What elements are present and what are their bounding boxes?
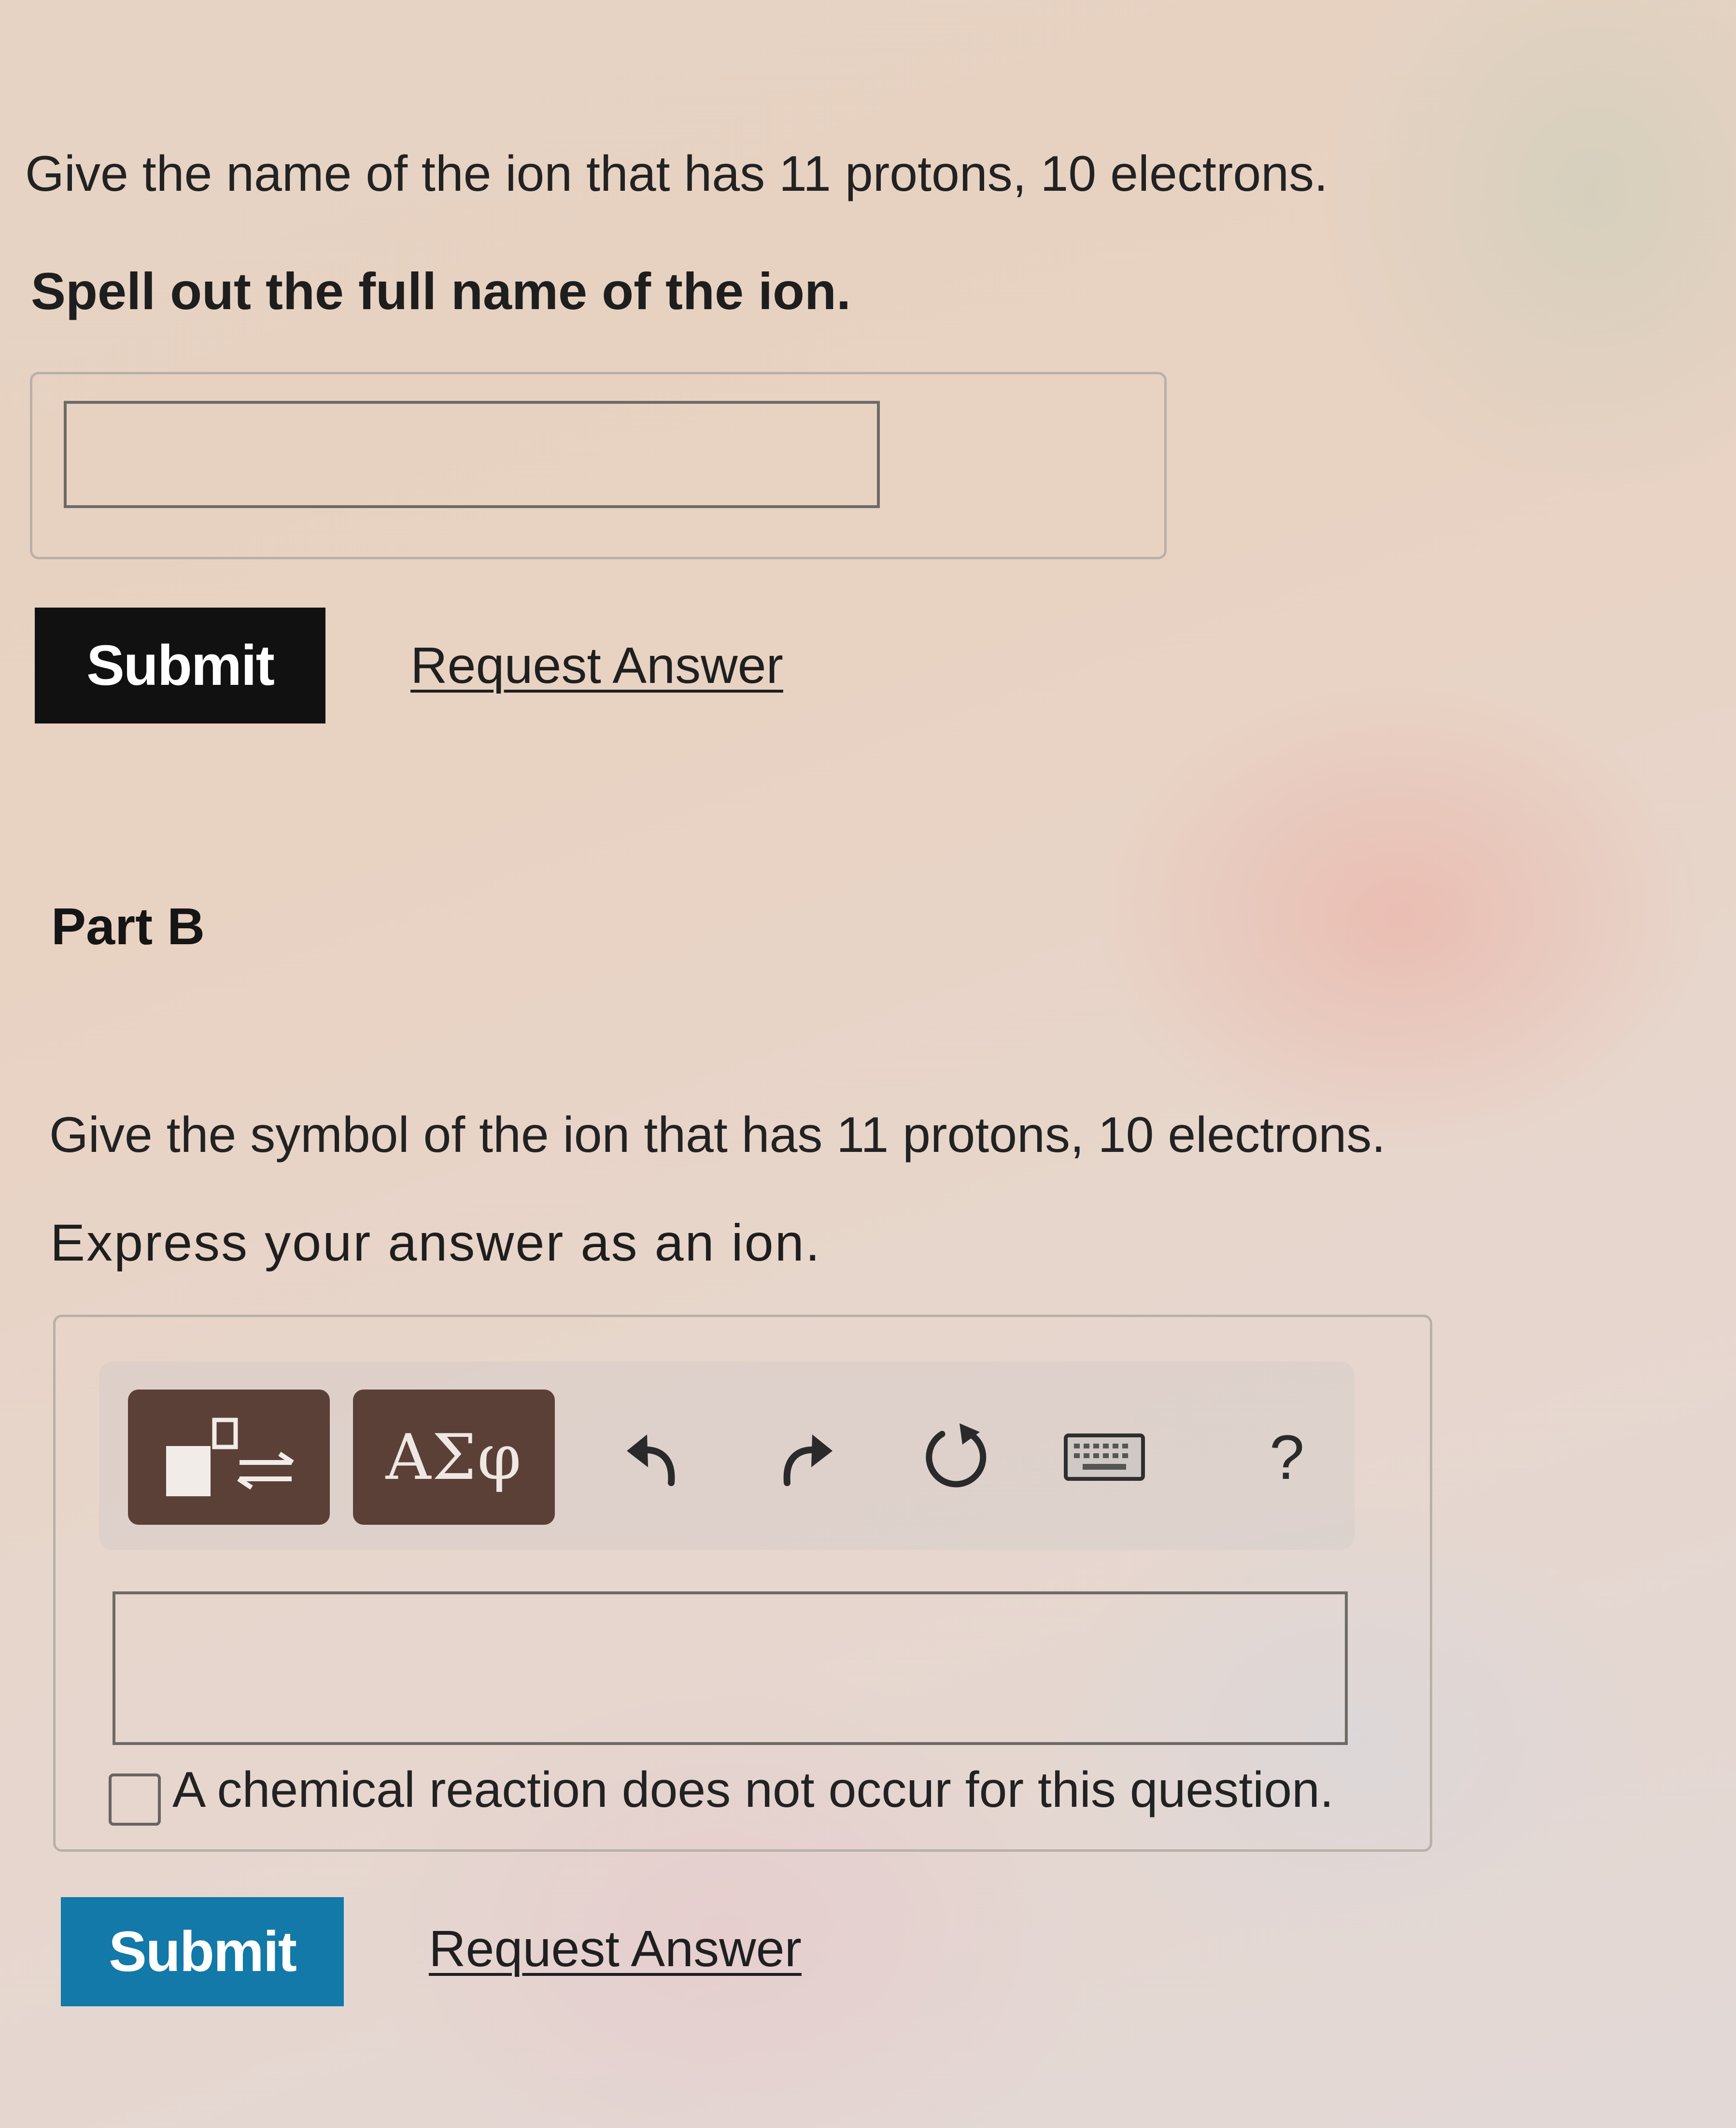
part-a-submit-button[interactable]: Submit (35, 608, 325, 724)
greek-letters-button[interactable]: ΑΣφ (353, 1390, 555, 1525)
part-b-answer-input[interactable] (113, 1591, 1348, 1745)
undo-button[interactable] (611, 1414, 698, 1501)
undo-icon (627, 1434, 675, 1486)
reset-icon (926, 1423, 987, 1488)
keyboard-icon (1064, 1433, 1145, 1481)
part-a-instruction: Spell out the full name of the ion. (31, 262, 851, 320)
part-b-submit-button[interactable]: Submit (61, 1897, 344, 2006)
help-button[interactable]: ? (1258, 1414, 1316, 1501)
redo-button[interactable] (762, 1414, 848, 1501)
greek-letters-icon: ΑΣφ (385, 1420, 522, 1494)
part-b-instruction: Express your answer as an ion. (50, 1213, 821, 1272)
equation-toolbar: ΑΣφ ? (99, 1362, 1355, 1550)
redo-icon (783, 1434, 833, 1486)
part-b-title: Part B (51, 897, 205, 955)
part-b-request-answer-link[interactable]: Request Answer (429, 1920, 802, 1978)
templates-button[interactable] (128, 1390, 330, 1525)
part-a-answer-input[interactable] (64, 401, 880, 508)
templates-icon (166, 1418, 294, 1496)
part-a-question: Give the name of the ion that has 11 pro… (25, 146, 1328, 202)
help-icon: ? (1269, 1422, 1305, 1492)
no-reaction-checkbox[interactable] (109, 1773, 161, 1826)
keyboard-button[interactable] (1056, 1419, 1153, 1496)
part-b-question: Give the symbol of the ion that has 11 p… (49, 1107, 1386, 1163)
reset-button[interactable] (911, 1410, 1003, 1502)
part-a-request-answer-link[interactable]: Request Answer (410, 637, 783, 695)
no-reaction-checkbox-label[interactable]: A chemical reaction does not occur for t… (172, 1761, 1334, 1819)
part-b-answer-panel: ΑΣφ ? A chemical reaction does not occur… (53, 1315, 1432, 1852)
part-a-answer-panel (30, 372, 1167, 559)
